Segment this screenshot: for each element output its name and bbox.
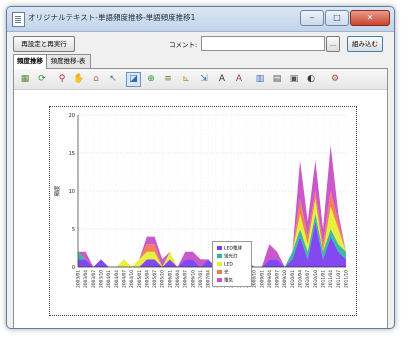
maximize-button[interactable]: □ xyxy=(325,10,349,26)
chart-type-icon[interactable]: ◪ xyxy=(126,72,141,87)
legend-item: 電気 xyxy=(217,278,233,284)
x-tick-label: 2003/01 xyxy=(76,270,82,288)
x-tick-label: 2004/07 xyxy=(121,270,127,288)
x-tick-label: 2005/04 xyxy=(144,270,150,288)
legend-label: 蛍光灯 xyxy=(224,254,238,260)
x-tick-label: 2003/10 xyxy=(98,270,104,288)
close-button[interactable]: ✕ xyxy=(350,10,390,26)
legend-swatch-icon xyxy=(217,270,222,274)
x-tick-label: 2011/10 xyxy=(344,270,350,288)
x-tick-label: 2006/04 xyxy=(175,270,181,288)
y-tick-label: 10 xyxy=(69,189,75,195)
y-tick-label: 0 xyxy=(72,265,75,271)
y-tick-label: 15 xyxy=(69,151,75,157)
settings-icon[interactable]: ⚙ xyxy=(329,73,341,85)
legend-swatch-icon xyxy=(217,246,222,250)
font-icon[interactable]: A xyxy=(216,73,228,85)
tab-frequency-table[interactable]: 頻度推移-表 xyxy=(45,54,91,68)
x-tick-label: 2003/07 xyxy=(91,270,97,288)
arrow-icon[interactable]: ↖ xyxy=(107,73,119,85)
x-tick-label: 2006/01 xyxy=(167,270,173,288)
app-window: オリジナルテキスト-単語頻度推移-単語頻度推移1 ‒ □ ✕ 再設定と再実行 コ… xyxy=(6,6,395,329)
legend-item: 蛍光灯 xyxy=(217,254,238,260)
legend-label: 光 xyxy=(224,270,229,276)
x-tick-label: 2004/01 xyxy=(106,270,112,288)
x-tick-label: 2007/01 xyxy=(198,270,204,288)
x-tick-label: 2010/01 xyxy=(290,270,296,288)
x-tick-label: 2011/07 xyxy=(336,270,342,288)
table-icon[interactable]: ▤ xyxy=(271,73,283,85)
x-tick-label: 2003/04 xyxy=(83,270,89,288)
chart-svg: 051015202003/01 2003/04 2003/07 2003/10 2004… xyxy=(53,113,350,288)
axis-icon[interactable]: ⊾ xyxy=(180,73,192,85)
bar-chart-icon[interactable]: ▥ xyxy=(254,73,266,85)
y-tick-label: 20 xyxy=(69,113,75,119)
reconfigure-button[interactable]: 再設定と再実行 xyxy=(13,36,75,52)
text-icon[interactable]: A xyxy=(233,73,245,85)
home-icon[interactable]: ⌂ xyxy=(90,73,102,85)
comment-input[interactable] xyxy=(201,36,325,51)
chart-legend: LED電球 蛍光灯 LED 光 電気 xyxy=(212,241,252,287)
x-tick-label: 2010/10 xyxy=(313,270,319,288)
y-axis-label: 頻度 xyxy=(53,185,61,197)
refresh-icon[interactable]: ⟳ xyxy=(36,73,48,85)
x-tick-label: 2009/04 xyxy=(267,270,273,288)
ellipsis-button[interactable]: ... xyxy=(326,36,340,52)
legend-swatch-icon xyxy=(217,262,222,266)
x-tick-label: 2010/07 xyxy=(305,270,311,288)
scale-icon[interactable]: ⇲ xyxy=(198,73,210,85)
x-tick-label: 2005/01 xyxy=(137,270,143,288)
legend-item: LED xyxy=(217,262,233,268)
legend-label: 電気 xyxy=(224,278,233,284)
legend-swatch-icon xyxy=(217,278,222,282)
x-tick-label: 2008/10 xyxy=(252,270,258,288)
x-tick-label: 2011/04 xyxy=(328,270,334,288)
load-button[interactable]: 組み込む xyxy=(347,36,383,52)
chart-panel: ▦ ⟳ ⚲ ✋ ⌂ ↖ ◪ ⊕ ≡ ⊾ ⇲ A A ▥ ▤ ▣ ◐ ⚙ 0 5 10… xyxy=(13,68,388,328)
chart-area: 0 5 10 15 20 2003/01 2003/04 2003/07 2003/10 2004… xyxy=(49,106,357,316)
legend-label: LED電球 xyxy=(224,246,242,252)
pie-icon[interactable]: ◐ xyxy=(305,73,317,85)
x-tick-label: 2006/10 xyxy=(190,270,196,288)
app-icon xyxy=(12,12,25,27)
tab-frequency-trend[interactable]: 頻度推移 xyxy=(13,54,47,69)
legend-label: LED xyxy=(224,262,233,268)
legend-item: 光 xyxy=(217,270,229,276)
x-tick-label: 2004/04 xyxy=(114,270,120,288)
x-tick-label: 2009/07 xyxy=(275,270,281,288)
x-tick-label: 2010/04 xyxy=(298,270,304,288)
x-tick-label: 2007/04 xyxy=(206,270,212,288)
x-tick-label: 2011/01 xyxy=(321,270,327,288)
top-controls: 再設定と再実行 コメント: ... 組み込む xyxy=(13,36,388,52)
x-tick-label: 2004/10 xyxy=(129,270,135,288)
x-tick-label: 2005/07 xyxy=(152,270,158,288)
export-icon[interactable]: ▣ xyxy=(288,73,300,85)
pan-icon[interactable]: ✋ xyxy=(73,73,85,85)
x-tick-label: 2005/10 xyxy=(160,270,166,288)
filter-icon[interactable]: ≡ xyxy=(162,73,174,85)
grid-icon[interactable]: ▦ xyxy=(19,73,31,85)
window-title: オリジナルテキスト-単語頻度推移-単語頻度推移1 xyxy=(28,13,196,22)
x-tick-label: 2006/07 xyxy=(183,270,189,288)
legend-item: LED電球 xyxy=(217,246,242,252)
x-tick-label: 2009/01 xyxy=(259,270,265,288)
x-tick-label: 2009/10 xyxy=(282,270,288,288)
legend-swatch-icon xyxy=(217,254,222,258)
comment-label: コメント: xyxy=(169,41,198,49)
minimize-button[interactable]: ‒ xyxy=(300,10,324,26)
y-tick-label: 5 xyxy=(72,227,75,233)
zoom-icon[interactable]: ⚲ xyxy=(56,73,68,85)
add-icon[interactable]: ⊕ xyxy=(145,73,157,85)
chart-toolbar: ▦ ⟳ ⚲ ✋ ⌂ ↖ ◪ ⊕ ≡ ⊾ ⇲ A A ▥ ▤ ▣ ◐ ⚙ xyxy=(14,69,387,90)
title-bar[interactable]: オリジナルテキスト-単語頻度推移-単語頻度推移1 ‒ □ ✕ xyxy=(7,7,394,32)
